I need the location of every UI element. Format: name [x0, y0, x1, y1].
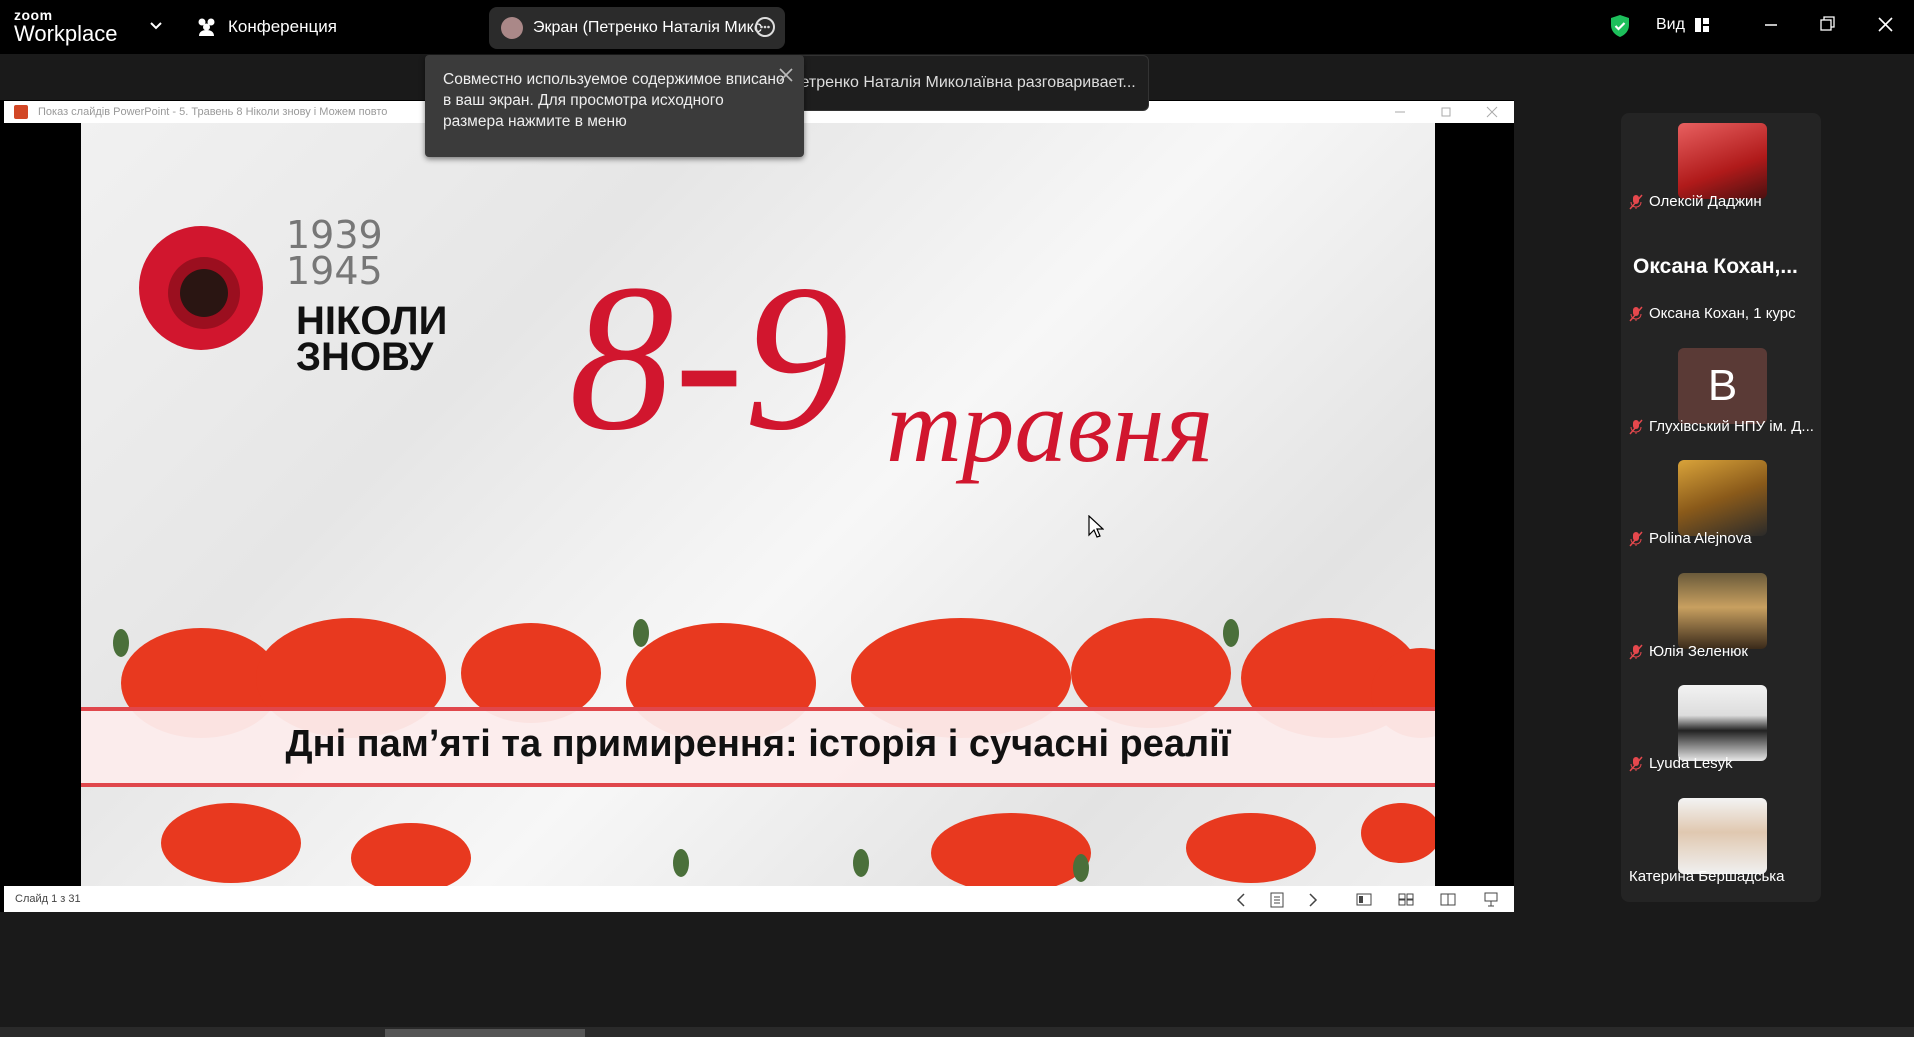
normal-view-icon[interactable] [1356, 893, 1372, 906]
year-end: 1945 [286, 249, 383, 293]
participant-name-text: Lyuda Lesyk [1649, 755, 1733, 772]
powerpoint-title: Показ слайдів PowerPoint - 5. Травень 8 … [38, 106, 388, 118]
cursor-icon [1088, 515, 1104, 538]
meeting-label: Конференция [228, 17, 337, 36]
participant-name: Оксана Кохан, 1 курс [1629, 305, 1796, 322]
taskbar-strip [0, 1027, 1914, 1037]
share-label: Экран (Петренко Наталія Микс [533, 19, 762, 36]
muted-mic-icon [1629, 756, 1643, 771]
close-icon[interactable] [778, 67, 794, 83]
participant-name-text: Олексій Даджин [1649, 193, 1762, 210]
participant-name: Глухівський НПУ ім. Д... [1629, 418, 1814, 435]
slide-dates: 8-9 [569, 242, 849, 474]
close-icon [1486, 106, 1498, 118]
participant-tile[interactable]: Оксана Кохан,... Оксана Кохан, 1 курс [1621, 225, 1821, 335]
participant-name-text: Катерина Бершадська [1629, 868, 1785, 885]
participant-name: Юлія Зеленюк [1629, 643, 1748, 660]
shield-icon[interactable] [1609, 14, 1631, 38]
participant-name: Polina Alejnova [1629, 530, 1752, 547]
layout-icon [1694, 18, 1709, 32]
muted-mic-icon [1629, 419, 1643, 434]
participant-name: Катерина Бершадська [1629, 868, 1785, 885]
participant-display-name: Оксана Кохан,... [1633, 255, 1798, 278]
participant-tile[interactable]: Lyuda Lesyk [1621, 675, 1821, 785]
slide-menu-icon[interactable] [1270, 892, 1284, 908]
participant-name-text: Юлія Зеленюк [1649, 643, 1748, 660]
muted-mic-icon [1629, 531, 1643, 546]
slideshow-icon[interactable] [1484, 892, 1498, 907]
minimize-icon[interactable] [1756, 12, 1786, 38]
meeting-info-button[interactable]: Конференция [196, 14, 337, 40]
reading-view-icon[interactable] [1440, 893, 1456, 906]
participant-video [1678, 573, 1767, 649]
participant-video [1678, 460, 1767, 536]
chevron-down-icon[interactable] [146, 16, 166, 36]
screen-share-indicator[interactable]: Экран (Петренко Наталія Микс [489, 7, 785, 49]
participant-tile[interactable]: B Глухівський НПУ ім. Д... [1621, 338, 1821, 448]
participant-avatar: B [1678, 348, 1767, 424]
restore-icon[interactable] [1812, 12, 1842, 38]
participant-video [1678, 123, 1767, 199]
logo-small-text: zoom [14, 7, 53, 23]
close-icon[interactable] [1870, 12, 1900, 38]
participant-name: Lyuda Lesyk [1629, 755, 1733, 772]
view-button[interactable]: Вид [1656, 16, 1709, 34]
participant-video [1678, 685, 1767, 761]
participant-tile[interactable]: Олексій Даджин [1621, 113, 1821, 223]
restore-icon [1441, 107, 1451, 117]
powerpoint-icon [14, 105, 28, 119]
slide-sorter-icon[interactable] [1398, 893, 1414, 906]
slide-counter: Слайд 1 з 31 [15, 893, 81, 905]
zoom-logo: zoom Workplace [14, 8, 118, 45]
muted-mic-icon [1629, 644, 1643, 659]
participant-tile[interactable]: Polina Alejnova [1621, 450, 1821, 560]
more-options-icon[interactable] [755, 17, 775, 37]
powerpoint-statusbar: Слайд 1 з 31 [4, 886, 1514, 912]
participants-panel: Олексій Даджин Оксана Кохан,... Оксана К… [1621, 113, 1821, 902]
fit-to-screen-tooltip: Совместно используемое содержимое вписан… [425, 55, 804, 157]
slide-month: травня [886, 367, 1214, 484]
logo-big-text: Workplace [14, 21, 118, 46]
muted-mic-icon [1629, 194, 1643, 209]
muted-mic-icon [1629, 306, 1643, 321]
participant-tile[interactable]: Катерина Бершадська [1621, 788, 1821, 898]
tooltip-text: Совместно используемое содержимое вписан… [443, 71, 785, 130]
active-speaker-text: Петренко Наталія Миколаївна разговаривае… [789, 74, 1136, 91]
participant-name-text: Polina Alejnova [1649, 530, 1752, 547]
participant-name-text: Глухівський НПУ ім. Д... [1649, 418, 1814, 435]
slide-subtitle: Дні пам’яті та примирення: історія і суч… [285, 723, 1231, 765]
participant-name: Олексій Даджин [1629, 193, 1762, 210]
never-line-2: ЗНОВУ [296, 335, 434, 379]
next-slide-icon[interactable] [1308, 893, 1318, 907]
participant-video [1678, 798, 1767, 874]
participant-name-text: Оксана Кохан, 1 курс [1649, 305, 1796, 322]
top-bar: zoom Workplace Конференция Экран (Петрен… [0, 0, 1914, 54]
avatar [501, 17, 523, 39]
previous-slide-icon[interactable] [1236, 893, 1246, 907]
view-label: Вид [1656, 16, 1685, 33]
poppy-icon [139, 226, 263, 350]
presentation-slide: 1939 1945 НІКОЛИ ЗНОВУ 8-9 травня Дні па… [81, 123, 1435, 886]
taskbar-segment [385, 1029, 585, 1037]
active-speaker-banner: Петренко Наталія Миколаївна разговаривае… [762, 55, 1149, 111]
minimize-icon [1395, 111, 1405, 113]
participant-tile[interactable]: Юлія Зеленюк [1621, 563, 1821, 673]
people-icon [198, 18, 215, 36]
